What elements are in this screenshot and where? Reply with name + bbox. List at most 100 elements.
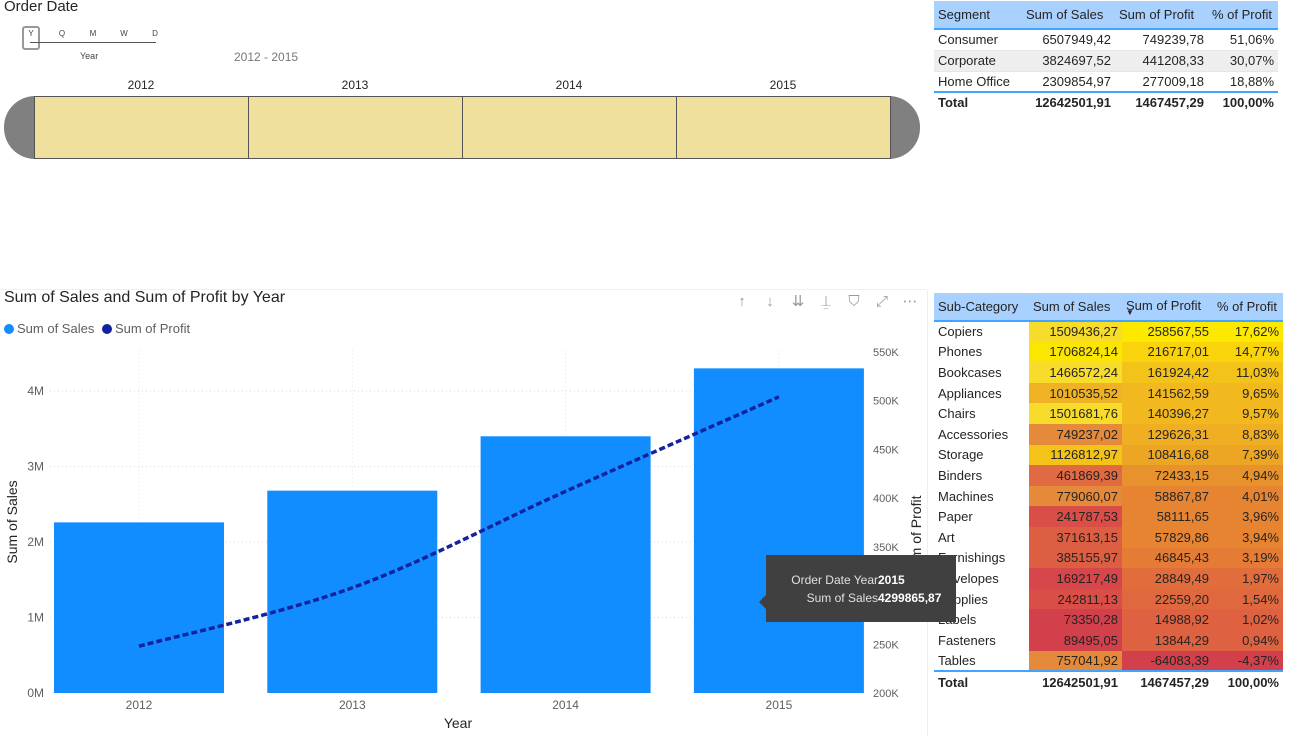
granularity-quarter[interactable]: Q xyxy=(55,29,69,38)
column-header-pct-profit[interactable]: % of Profit xyxy=(1208,1,1278,30)
table-row[interactable]: Binders 461869,39 72433,15 4,94% xyxy=(934,465,1283,486)
x-tick-label: 2012 xyxy=(126,698,153,712)
arrow-up-icon[interactable]: ↑ xyxy=(728,293,756,310)
value-cell: 169217,49 xyxy=(1029,568,1122,589)
value-cell: 4,94% xyxy=(1213,465,1283,486)
value-cell: 242811,13 xyxy=(1029,588,1122,610)
arrow-down-icon[interactable]: ↓ xyxy=(756,293,784,310)
value-cell: 8,83% xyxy=(1213,423,1283,445)
table-row[interactable]: Bookcases 1466572,24 161924,42 11,03% xyxy=(934,362,1283,383)
row-label-cell: Consumer xyxy=(934,29,1022,51)
granularity-year[interactable]: Y xyxy=(24,29,38,38)
table-row[interactable]: Consumer 6507949,42 749239,78 51,06% xyxy=(934,29,1278,51)
total-value-cell: 1467457,29 xyxy=(1115,91,1208,111)
value-cell: 1,02% xyxy=(1213,609,1283,630)
granularity-week[interactable]: W xyxy=(117,29,131,38)
value-cell: 7,39% xyxy=(1213,444,1283,466)
value-cell: 441208,33 xyxy=(1115,50,1208,72)
value-cell: 89495,05 xyxy=(1029,629,1122,651)
value-cell: 757041,92 xyxy=(1029,650,1122,672)
filter-icon[interactable]: ⛉ xyxy=(840,293,868,310)
y2-tick-label: 550K xyxy=(873,347,899,359)
more-options-icon[interactable]: ⋯ xyxy=(896,292,924,310)
timeline-cell-2015[interactable] xyxy=(676,96,891,159)
value-cell: 1126812,97 xyxy=(1029,444,1122,466)
value-cell: 2309854,97 xyxy=(1022,71,1115,93)
column-header-segment[interactable]: Segment xyxy=(934,1,1022,30)
table-row[interactable]: Appliances 1010535,52 141562,59 9,65% xyxy=(934,382,1283,404)
row-label-cell: Accessories xyxy=(938,426,1009,442)
value-cell: 51,06% xyxy=(1208,29,1278,51)
value-cell: 72433,15 xyxy=(1122,465,1213,486)
y-tick-label: 4M xyxy=(27,384,44,398)
timeline-cell-2013[interactable] xyxy=(248,96,463,159)
y-tick-label: 2M xyxy=(27,535,44,549)
timeline-cell-2012[interactable] xyxy=(34,96,249,159)
hierarchy-icon[interactable]: ⍊ xyxy=(812,293,840,310)
value-cell: 14,77% xyxy=(1213,341,1283,363)
value-cell: 28849,49 xyxy=(1122,568,1213,589)
value-cell: 371613,15 xyxy=(1029,526,1122,548)
row-label-cell: Appliances xyxy=(938,385,1002,401)
bar xyxy=(54,522,224,693)
value-cell: 1501681,76 xyxy=(1029,403,1122,424)
table-row[interactable]: Tables 757041,92 -64083,39 -4,37% xyxy=(934,650,1283,672)
focus-mode-icon[interactable]: ⤢ xyxy=(868,293,896,310)
value-cell: 1706824,14 xyxy=(1029,341,1122,363)
value-cell: 749237,02 xyxy=(1029,423,1122,445)
table-row[interactable]: Supplies 242811,13 22559,20 1,54% xyxy=(934,588,1283,610)
table-row[interactable]: Fasteners 89495,05 13844,29 0,94% xyxy=(934,629,1283,651)
visual-header-toolbar: ↑ ↓ ⇊ ⍊ ⛉ ⤢ ⋯ xyxy=(728,292,924,310)
table-row[interactable]: Envelopes 169217,49 28849,49 1,97% xyxy=(934,568,1283,589)
timeline-cell-2014[interactable] xyxy=(462,96,677,159)
table-row[interactable]: Home Office 2309854,97 277009,18 18,88% xyxy=(934,71,1278,93)
column-header-profit[interactable]: Sum of Profit xyxy=(1115,1,1208,30)
value-cell: 17,62% xyxy=(1213,321,1283,342)
column-header-sales[interactable]: Sum of Sales xyxy=(1029,293,1122,322)
tooltip-key: Sum of Sales xyxy=(806,591,878,605)
value-cell: 258567,55 xyxy=(1122,321,1213,342)
column-header-profit[interactable]: Sum of Profit ▼ xyxy=(1122,293,1213,322)
bar xyxy=(267,490,438,693)
y2-tick-label: 450K xyxy=(873,444,899,456)
timeline-year-label: 2015 xyxy=(769,78,797,92)
value-cell: 13844,29 xyxy=(1122,629,1213,651)
y-tick-label: 1M xyxy=(27,611,44,625)
total-label-cell: Total xyxy=(934,91,1022,111)
table-row[interactable]: Corporate 3824697,52 441208,33 30,07% xyxy=(934,50,1278,72)
value-cell: 9,65% xyxy=(1213,382,1283,404)
row-label-cell: Machines xyxy=(938,488,994,504)
column-header-subcategory[interactable]: Sub-Category xyxy=(934,293,1029,322)
total-value-cell: 12642501,91 xyxy=(1022,91,1115,111)
table-row[interactable]: Storage 1126812,97 108416,68 7,39% xyxy=(934,444,1283,466)
granularity-selector[interactable]: Y Q M W D Year xyxy=(22,26,162,64)
table-row[interactable]: Art 371613,15 57829,86 3,94% xyxy=(934,526,1283,548)
table-row[interactable]: Phones 1706824,14 216717,01 14,77% xyxy=(934,341,1283,363)
value-cell: 1010535,52 xyxy=(1029,382,1122,404)
y2-tick-label: 250K xyxy=(873,639,899,651)
value-cell: 4,01% xyxy=(1213,485,1283,507)
table-row[interactable]: Chairs 1501681,76 140396,27 9,57% xyxy=(934,403,1283,424)
table-row[interactable]: Paper 241787,53 58111,65 3,96% xyxy=(934,506,1283,527)
value-cell: -4,37% xyxy=(1213,650,1283,672)
table-row[interactable]: Furnishings 385155,97 46845,43 3,19% xyxy=(934,547,1283,569)
table-row[interactable]: Machines 779060,07 58867,87 4,01% xyxy=(934,485,1283,507)
column-header-sales[interactable]: Sum of Sales xyxy=(1022,1,1115,30)
granularity-month[interactable]: M xyxy=(86,29,100,38)
timeline-slicer[interactable] xyxy=(4,96,920,159)
row-label-cell: Tables xyxy=(938,652,976,668)
value-cell: 1,54% xyxy=(1213,588,1283,610)
column-header-profit-label: Sum of Profit xyxy=(1126,297,1202,313)
total-row: Total 12642501,91 1467457,29 100,00% xyxy=(934,91,1278,111)
granularity-day[interactable]: D xyxy=(148,29,162,38)
double-arrow-down-icon[interactable]: ⇊ xyxy=(784,292,812,310)
row-label-cell: Copiers xyxy=(938,324,983,340)
segment-table: Segment Sum of Sales Sum of Profit % of … xyxy=(934,1,1278,111)
column-header-pct-profit[interactable]: % of Profit xyxy=(1213,293,1283,322)
table-row[interactable]: Copiers 1509436,27 258567,55 17,62% xyxy=(934,321,1283,342)
table-row[interactable]: Accessories 749237,02 129626,31 8,83% xyxy=(934,423,1283,445)
table-row[interactable]: Labels 73350,28 14988,92 1,02% xyxy=(934,609,1283,630)
timeline-year-label: 2012 xyxy=(127,78,155,92)
y-tick-label: 0M xyxy=(27,686,44,700)
combo-chart[interactable]: 0M1M2M3M4M200K250K300K350K400K450K500K55… xyxy=(0,330,927,736)
